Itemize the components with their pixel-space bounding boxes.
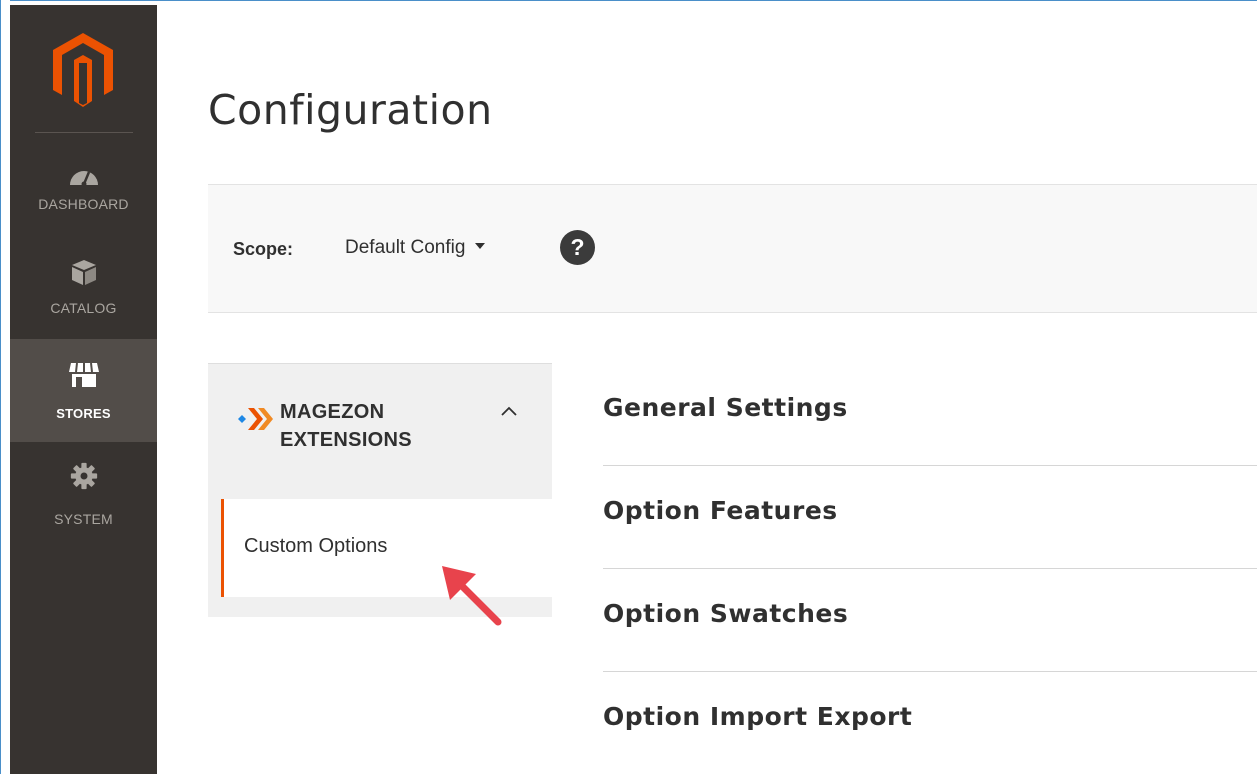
tab-group-title-line1: MAGEZON xyxy=(280,401,385,423)
storefront-icon xyxy=(68,362,99,387)
nav-label-catalog: CATALOG xyxy=(50,300,117,316)
nav-item-stores[interactable]: STORES xyxy=(10,339,157,442)
tab-group-magezon-extensions[interactable]: MAGEZON EXTENSIONS xyxy=(208,364,552,483)
window-frame-left xyxy=(0,0,10,774)
section-option-swatches[interactable]: Option Swatches xyxy=(603,569,1257,672)
nav-label-system: SYSTEM xyxy=(54,511,113,527)
scope-dropdown[interactable]: Default Config xyxy=(345,237,486,259)
page-title: Configuration xyxy=(208,86,493,134)
section-title: Option Import Export xyxy=(603,702,913,731)
section-option-import-export[interactable]: Option Import Export xyxy=(603,672,1257,775)
box-icon xyxy=(71,260,96,285)
section-title: General Settings xyxy=(603,393,848,422)
section-option-features[interactable]: Option Features xyxy=(603,466,1257,569)
scope-switcher-bar: Scope: Default Config ? xyxy=(208,184,1257,313)
nav-item-dashboard[interactable]: DASHBOARD xyxy=(10,148,157,251)
magezon-logo-icon xyxy=(238,408,273,430)
section-title: Option Swatches xyxy=(603,599,849,628)
tab-item-label: Custom Options xyxy=(244,535,388,557)
nav-label-dashboard: DASHBOARD xyxy=(38,196,129,212)
scope-label: Scope: xyxy=(233,239,294,259)
nav-label-stores: STORES xyxy=(56,406,111,421)
caret-down-icon xyxy=(475,242,486,249)
nav-item-system[interactable]: SYSTEM xyxy=(10,442,157,545)
config-tabs-panel: MAGEZON EXTENSIONS Custom Options xyxy=(208,363,552,617)
tab-group-title: MAGEZON EXTENSIONS xyxy=(280,398,412,454)
section-title: Option Features xyxy=(603,496,838,525)
tab-item-custom-options[interactable]: Custom Options xyxy=(221,499,552,597)
gauge-icon xyxy=(69,171,98,187)
logo-divider xyxy=(35,132,133,133)
section-general-settings[interactable]: General Settings xyxy=(603,363,1257,466)
window-frame-top xyxy=(0,0,1257,5)
question-circle-icon[interactable]: ? xyxy=(560,230,595,265)
magento-logo-icon[interactable] xyxy=(53,33,113,107)
admin-sidebar: DASHBOARD CATALOG STORES SYSTEM xyxy=(10,5,157,774)
scope-selected-value: Default Config xyxy=(345,237,466,258)
chevron-up-icon[interactable] xyxy=(499,404,519,418)
tab-group-title-line2: EXTENSIONS xyxy=(280,429,412,451)
gear-icon xyxy=(70,462,97,490)
